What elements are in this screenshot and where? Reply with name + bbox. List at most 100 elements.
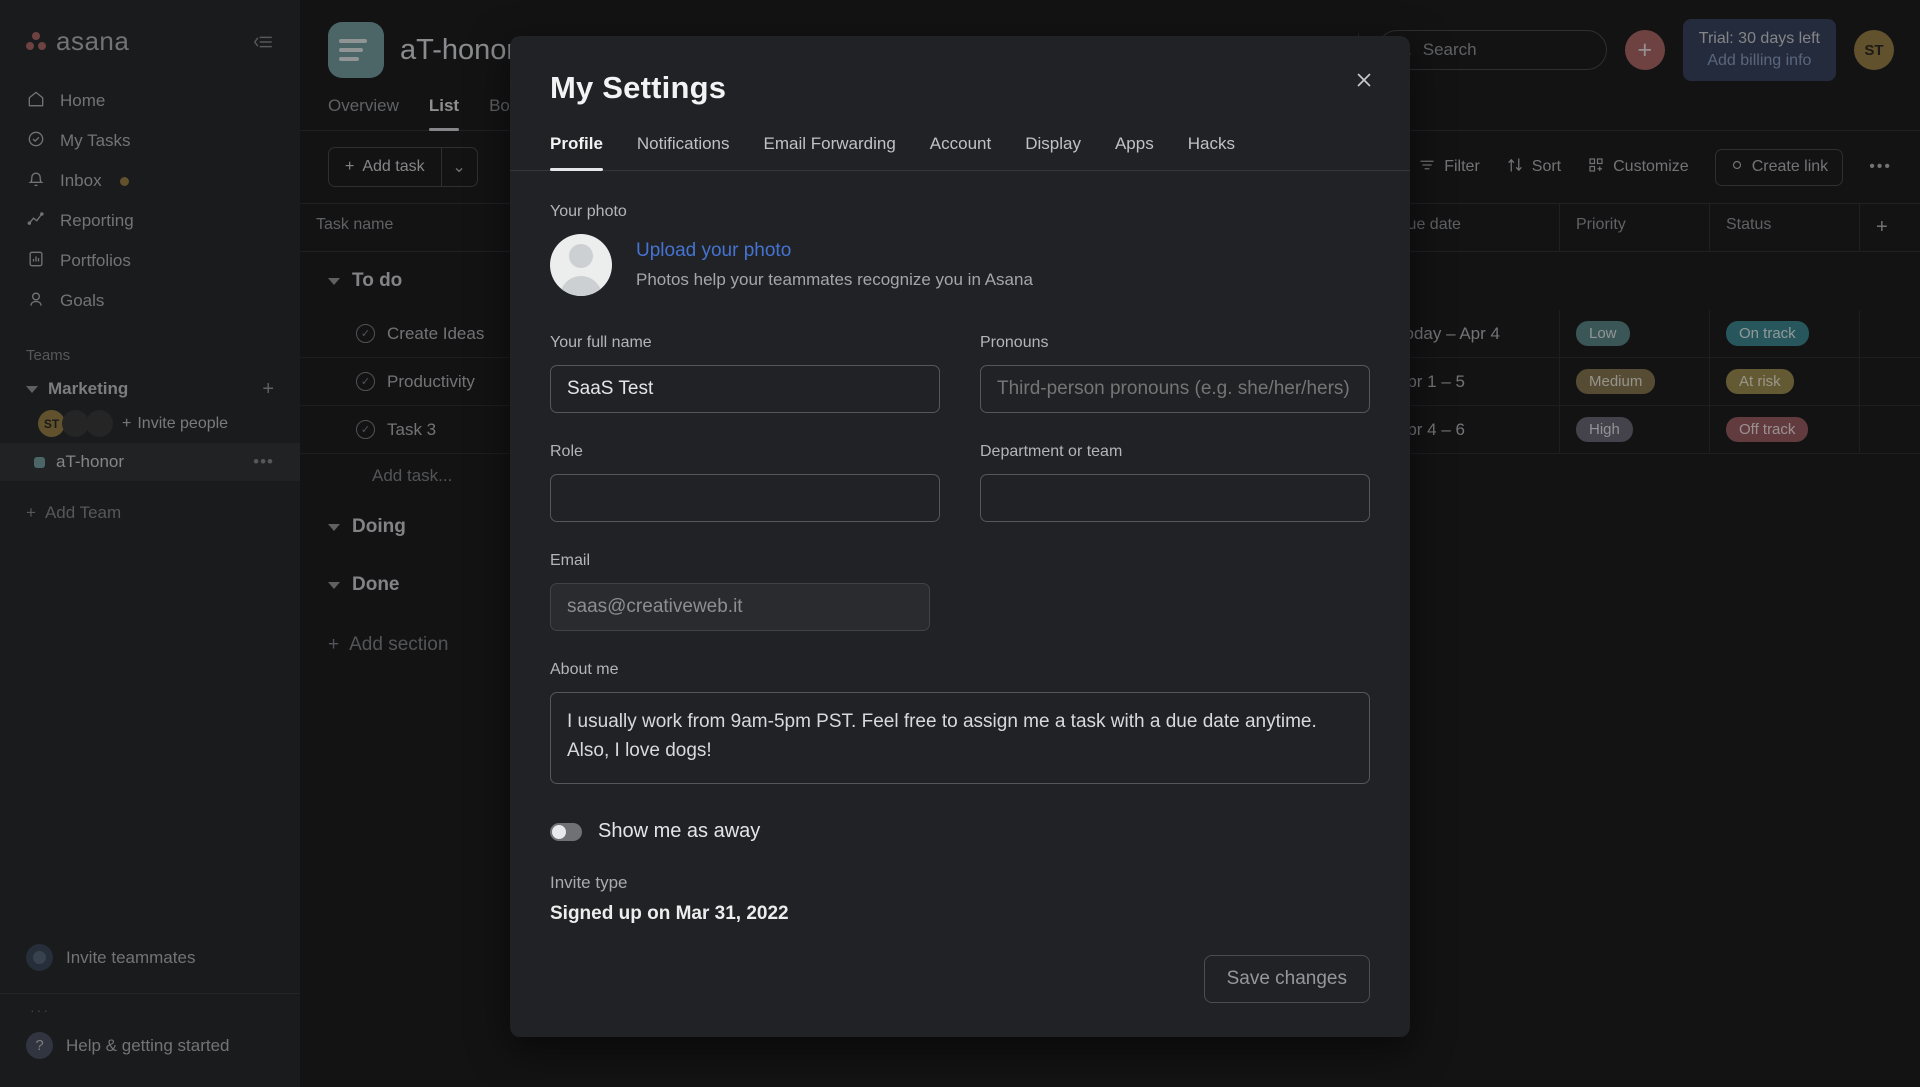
plus-icon: +: [345, 158, 355, 175]
about-me-textarea[interactable]: I usually work from 9am-5pm PST. Feel fr…: [550, 692, 1370, 784]
tab-apps[interactable]: Apps: [1115, 134, 1154, 170]
sidebar-item-label: My Tasks: [60, 131, 131, 150]
quick-add-button[interactable]: +: [1624, 30, 1665, 70]
sidebar-item-portfolios[interactable]: Portfolios: [0, 241, 300, 281]
full-name-input[interactable]: [550, 365, 940, 413]
tab-list[interactable]: List: [428, 96, 460, 131]
check-circle-icon: [26, 129, 46, 154]
cell-status[interactable]: Off track: [1710, 406, 1860, 453]
add-task-dropdown-icon[interactable]: ⌄: [440, 148, 477, 186]
plus-icon: +: [328, 634, 340, 655]
sidebar: asana Home My Tasks Inbox Reporting Port…: [0, 0, 300, 1087]
sidebar-item-label: Reporting: [60, 211, 134, 230]
asana-logo[interactable]: asana: [26, 26, 129, 57]
team-marketing[interactable]: Marketing +: [0, 372, 300, 406]
cell-empty: [1860, 310, 1920, 357]
toolbar-actions: Filter Sort Customize Create link •••: [1418, 148, 1892, 186]
modal-footer: Save changes: [510, 955, 1410, 1037]
cell-priority[interactable]: High: [1560, 406, 1710, 453]
avatar[interactable]: ST: [1854, 30, 1894, 70]
tab-notifications[interactable]: Notifications: [637, 134, 730, 170]
pronouns-input[interactable]: [980, 365, 1370, 413]
customize-button[interactable]: Customize: [1587, 156, 1689, 179]
sidebar-item-home[interactable]: Home: [0, 81, 300, 121]
sidebar-item-goals[interactable]: Goals: [0, 281, 300, 321]
sidebar-item-label: Portfolios: [60, 251, 131, 270]
your-photo-label: Your photo: [550, 203, 627, 220]
avatar[interactable]: [550, 234, 612, 296]
invite-people-button[interactable]: + Invite people: [122, 415, 228, 433]
page-title: aT-honor: [400, 33, 517, 66]
column-header-priority[interactable]: Priority: [1560, 204, 1710, 251]
avatar[interactable]: [62, 410, 89, 437]
more-options-icon[interactable]: •••: [1869, 158, 1892, 176]
add-column-button[interactable]: +: [1860, 204, 1920, 251]
complete-task-icon[interactable]: ✓: [356, 324, 375, 343]
photo-text-block: Upload your photo Photos help your teamm…: [636, 240, 1033, 290]
sidebar-nav: Home My Tasks Inbox Reporting Portfolios…: [0, 75, 300, 321]
avatar[interactable]: [86, 410, 113, 437]
save-changes-button[interactable]: Save changes: [1203, 955, 1370, 1003]
filter-label: Filter: [1444, 158, 1480, 175]
sidebar-item-my-tasks[interactable]: My Tasks: [0, 121, 300, 161]
show-me-as-away-toggle[interactable]: [550, 822, 582, 841]
plus-icon: +: [122, 414, 132, 432]
tab-profile[interactable]: Profile: [550, 134, 603, 171]
cell-priority[interactable]: Medium: [1560, 358, 1710, 405]
trial-banner[interactable]: Trial: 30 days left Add billing info: [1682, 19, 1836, 81]
help-button[interactable]: ? Help & getting started: [0, 1018, 300, 1087]
sidebar-overflow-icon[interactable]: ···: [0, 994, 300, 1018]
task-name-label: Create Ideas: [387, 323, 485, 343]
filter-icon: [1418, 156, 1436, 179]
chevron-down-icon[interactable]: [328, 523, 340, 531]
column-header-status[interactable]: Status: [1710, 204, 1860, 251]
role-department-row: Role Department or team: [550, 443, 1370, 522]
complete-task-icon[interactable]: ✓: [356, 420, 375, 439]
cell-status[interactable]: At risk: [1710, 358, 1860, 405]
add-team-button[interactable]: + Add Team: [0, 481, 300, 545]
show-me-as-away-label: Show me as away: [598, 820, 761, 842]
cell-status[interactable]: On track: [1710, 310, 1860, 357]
tab-overview[interactable]: Overview: [328, 96, 399, 130]
tab-account[interactable]: Account: [930, 134, 991, 170]
department-field-group: Department or team: [980, 443, 1370, 522]
cell-priority[interactable]: Low: [1560, 310, 1710, 357]
create-link-label: Create link: [1751, 158, 1829, 175]
sidebar-project-at-honor[interactable]: aT-honor •••: [0, 443, 300, 481]
sort-label: Sort: [1531, 158, 1562, 175]
tab-hacks[interactable]: Hacks: [1188, 134, 1235, 170]
add-to-team-icon[interactable]: +: [262, 379, 274, 399]
chevron-down-icon[interactable]: [26, 385, 38, 393]
sidebar-item-inbox[interactable]: Inbox: [0, 161, 300, 201]
team-members: ST + Invite people: [0, 406, 300, 443]
priority-badge: Medium: [1576, 369, 1656, 394]
email-field: [550, 583, 930, 631]
asana-logo-text: asana: [56, 26, 130, 56]
link-circle-icon: [1730, 158, 1744, 177]
add-billing-info-link[interactable]: Add billing info: [1699, 50, 1820, 72]
tab-email-forwarding[interactable]: Email Forwarding: [764, 134, 896, 170]
inbox-unread-badge: [119, 176, 129, 186]
invite-teammates-button[interactable]: Invite teammates: [0, 930, 300, 985]
role-input[interactable]: [550, 474, 940, 522]
department-input[interactable]: [980, 474, 1370, 522]
sidebar-item-reporting[interactable]: Reporting: [0, 201, 300, 241]
question-mark-icon: ?: [26, 1032, 53, 1059]
create-link-button[interactable]: Create link: [1714, 148, 1844, 186]
sort-button[interactable]: Sort: [1506, 156, 1561, 179]
add-task-button[interactable]: + Add task ⌄: [328, 147, 478, 187]
upload-photo-link[interactable]: Upload your photo: [636, 240, 1033, 262]
chevron-down-icon[interactable]: [328, 277, 340, 285]
close-icon[interactable]: [1346, 62, 1382, 98]
section-label: Doing: [352, 516, 406, 537]
chart-line-icon: [26, 209, 46, 234]
chevron-down-icon[interactable]: [328, 581, 340, 589]
invite-type-label: Invite type: [550, 873, 628, 892]
filter-button[interactable]: Filter: [1418, 156, 1480, 179]
complete-task-icon[interactable]: ✓: [356, 372, 375, 391]
tab-display[interactable]: Display: [1025, 134, 1081, 170]
search-input[interactable]: Search: [1376, 30, 1607, 70]
collapse-sidebar-icon[interactable]: [252, 31, 274, 53]
project-more-icon[interactable]: •••: [253, 452, 274, 472]
avatar[interactable]: ST: [38, 410, 65, 437]
